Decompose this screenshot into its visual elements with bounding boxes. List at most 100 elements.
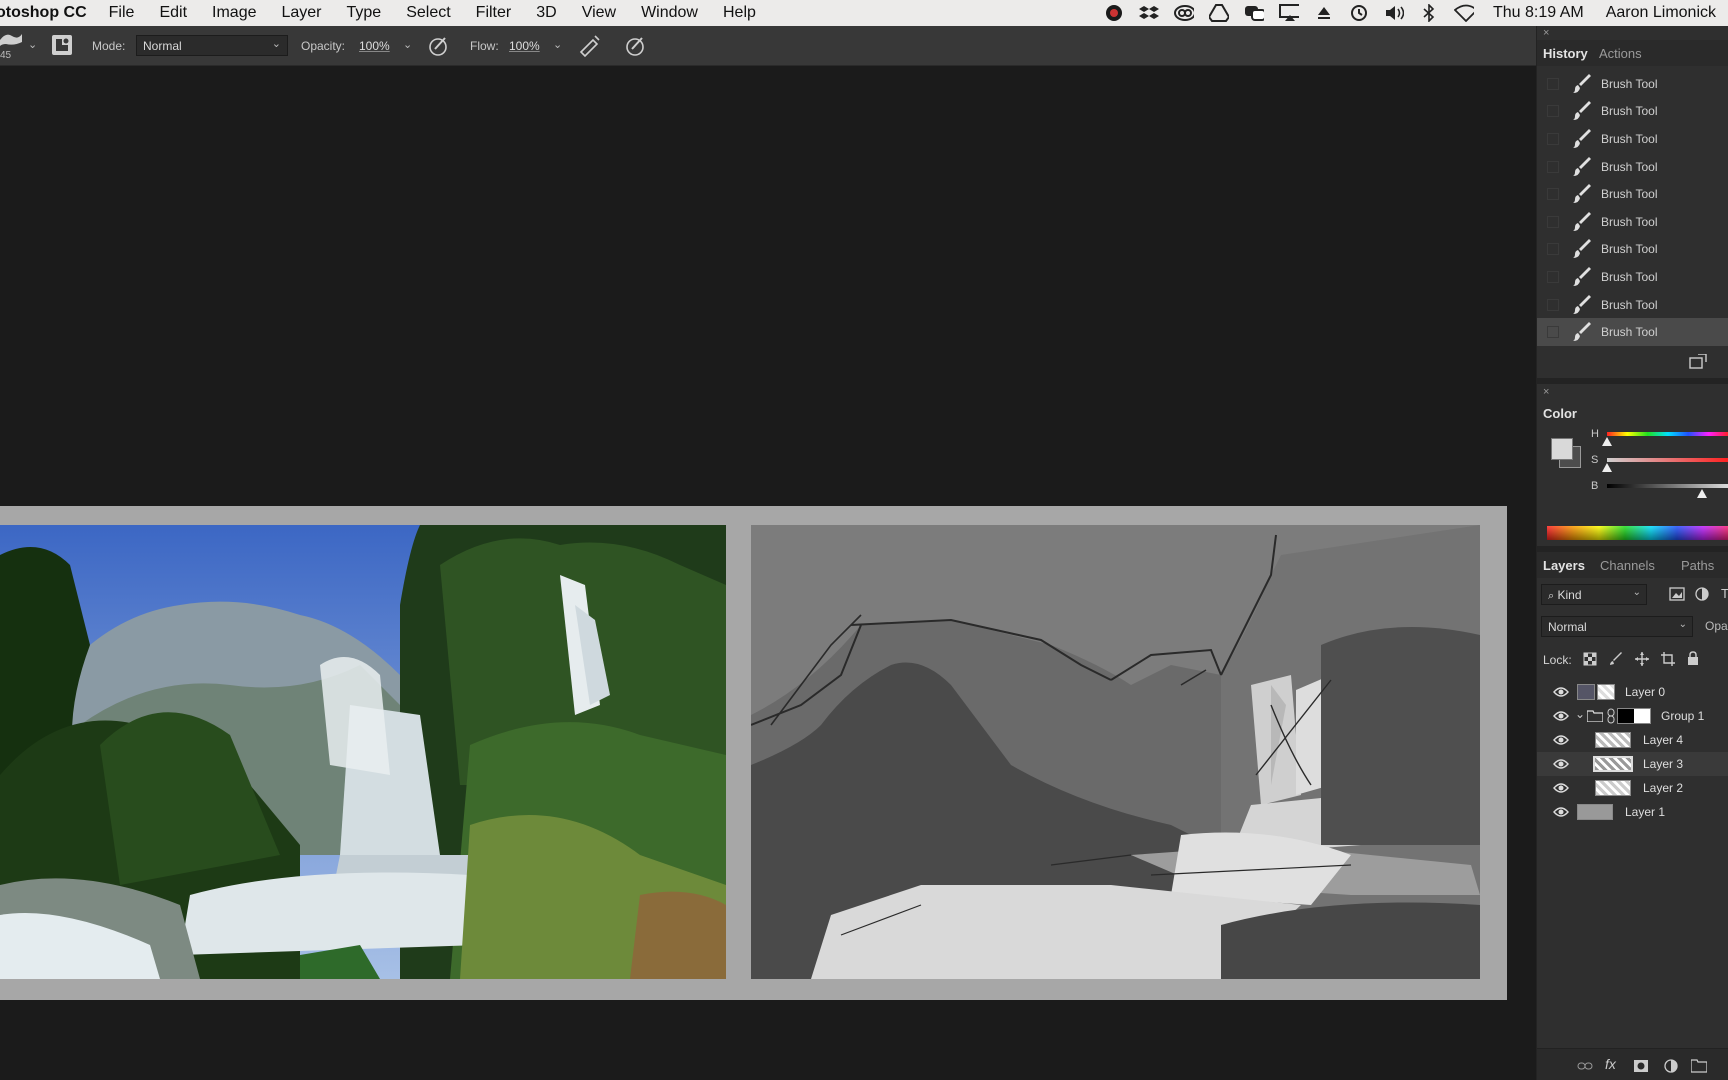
menu-edit[interactable]: Edit (159, 4, 187, 22)
layer-row[interactable]: Layer 0 (1537, 680, 1728, 704)
opacity-chevron-icon[interactable]: ⌄ (403, 38, 412, 51)
brightness-slider[interactable] (1607, 484, 1728, 488)
eye-icon[interactable] (1553, 757, 1569, 771)
pixel-layer-filter-icon[interactable] (1669, 587, 1685, 601)
snapshot-source-box[interactable] (1547, 105, 1559, 118)
eye-icon[interactable] (1553, 805, 1569, 819)
menu-select[interactable]: Select (406, 4, 450, 22)
menu-3d[interactable]: 3D (536, 4, 556, 22)
document-canvas[interactable] (0, 506, 1507, 1000)
history-item[interactable]: Brush Tool (1537, 180, 1728, 208)
color-spectrum-ramp[interactable] (1547, 526, 1728, 540)
chevron-down-icon[interactable]: ⌄ (1575, 707, 1585, 721)
snapshot-source-box[interactable] (1547, 270, 1559, 283)
google-drive-icon[interactable] (1209, 4, 1229, 22)
airbrush-icon[interactable] (577, 34, 601, 58)
snapshot-source-box[interactable] (1547, 326, 1559, 339)
history-item[interactable]: Brush Tool (1537, 98, 1728, 126)
hue-slider-thumb[interactable] (1602, 437, 1612, 446)
link-layers-icon[interactable] (1577, 1059, 1593, 1073)
tab-channels[interactable]: Channels (1600, 558, 1655, 573)
history-item-current[interactable]: Brush Tool (1537, 318, 1728, 346)
saturation-slider[interactable] (1607, 458, 1728, 462)
messages-icon[interactable] (1244, 4, 1264, 22)
tab-actions[interactable]: Actions (1599, 46, 1642, 61)
menu-file[interactable]: File (109, 4, 135, 22)
airplay-icon[interactable] (1279, 4, 1299, 22)
lock-transparent-pixels-icon[interactable] (1583, 652, 1597, 666)
lock-artboard-icon[interactable] (1661, 652, 1675, 666)
menu-clock[interactable]: Thu 8:19 AM (1493, 4, 1584, 22)
eye-icon[interactable] (1553, 709, 1569, 723)
lock-image-pixels-icon[interactable] (1609, 652, 1623, 666)
layer-group-row[interactable]: ⌄ Group 1 (1537, 704, 1728, 728)
adjustment-layer-filter-icon[interactable] (1695, 587, 1709, 601)
snapshot-source-box[interactable] (1547, 132, 1559, 145)
layer-row[interactable]: Layer 1 (1537, 800, 1728, 824)
menu-view[interactable]: View (582, 4, 616, 22)
layer-row[interactable]: Layer 4 (1537, 728, 1728, 752)
history-item[interactable]: Brush Tool (1537, 153, 1728, 181)
eject-icon[interactable] (1314, 4, 1334, 22)
mode-dropdown[interactable]: Normal ⌄ (136, 35, 288, 56)
history-item[interactable]: Brush Tool (1537, 236, 1728, 264)
layer-row-selected[interactable]: Layer 3 (1537, 752, 1728, 776)
menu-user[interactable]: Aaron Limonick (1606, 4, 1716, 22)
time-machine-icon[interactable] (1349, 4, 1369, 22)
snapshot-source-box[interactable] (1547, 160, 1559, 173)
tab-history[interactable]: History (1543, 46, 1588, 61)
volume-icon[interactable] (1384, 4, 1404, 22)
foreground-color-swatch[interactable] (1551, 438, 1573, 460)
tab-paths[interactable]: Paths (1681, 558, 1714, 573)
menu-help[interactable]: Help (723, 4, 756, 22)
snapshot-source-box[interactable] (1547, 188, 1559, 201)
app-menu[interactable]: otoshop CC (0, 4, 87, 22)
creative-cloud-icon[interactable] (1174, 4, 1194, 22)
menu-type[interactable]: Type (347, 4, 382, 22)
add-mask-icon[interactable] (1633, 1059, 1649, 1073)
tab-layers[interactable]: Layers (1543, 558, 1585, 573)
brush-panel-toggle[interactable] (52, 35, 72, 55)
history-item[interactable]: Brush Tool (1537, 263, 1728, 291)
hue-slider[interactable] (1607, 432, 1728, 436)
brush-preset-picker[interactable]: 45 ⌄ (0, 30, 38, 64)
dropbox-icon[interactable] (1139, 4, 1159, 22)
menu-image[interactable]: Image (212, 4, 256, 22)
layer-row[interactable]: Layer 2 (1537, 776, 1728, 800)
new-adjustment-layer-icon[interactable] (1663, 1059, 1679, 1073)
menu-layer[interactable]: Layer (281, 4, 321, 22)
eye-icon[interactable] (1553, 685, 1569, 699)
history-item[interactable]: Brush Tool (1537, 70, 1728, 98)
type-layer-filter-icon[interactable]: T (1721, 586, 1728, 601)
pressure-size-icon[interactable] (624, 34, 648, 58)
saturation-slider-thumb[interactable] (1602, 463, 1612, 472)
brightness-slider-thumb[interactable] (1697, 489, 1707, 498)
link-icon[interactable] (1607, 708, 1615, 724)
creative-cloud-status-icon[interactable] (1104, 4, 1124, 22)
layer-filter-dropdown[interactable]: ⌕ Kind ⌄ (1541, 584, 1647, 605)
blend-mode-dropdown[interactable]: Normal ⌄ (1541, 616, 1693, 637)
eye-icon[interactable] (1553, 781, 1569, 795)
snapshot-source-box[interactable] (1547, 298, 1559, 311)
bluetooth-icon[interactable] (1419, 4, 1439, 22)
eye-icon[interactable] (1553, 733, 1569, 747)
snapshot-source-box[interactable] (1547, 243, 1559, 256)
snapshot-source-box[interactable] (1547, 215, 1559, 228)
canvas-area[interactable] (0, 66, 1536, 1080)
snapshot-source-box[interactable] (1547, 77, 1559, 90)
close-icon[interactable]: × (1543, 27, 1549, 39)
flow-value[interactable]: 100% (509, 39, 540, 53)
history-item[interactable]: Brush Tool (1537, 125, 1728, 153)
menu-window[interactable]: Window (641, 4, 698, 22)
menu-filter[interactable]: Filter (476, 4, 512, 22)
history-item[interactable]: Brush Tool (1537, 208, 1728, 236)
lock-position-icon[interactable] (1635, 652, 1649, 666)
pressure-opacity-icon[interactable] (427, 34, 451, 58)
history-item[interactable]: Brush Tool (1537, 291, 1728, 319)
close-icon[interactable]: × (1543, 386, 1549, 398)
new-snapshot-icon[interactable] (1689, 354, 1707, 370)
opacity-value[interactable]: 100% (359, 39, 390, 53)
tab-color[interactable]: Color (1543, 406, 1577, 421)
flow-chevron-icon[interactable]: ⌄ (553, 38, 562, 51)
new-group-icon[interactable] (1691, 1059, 1707, 1073)
